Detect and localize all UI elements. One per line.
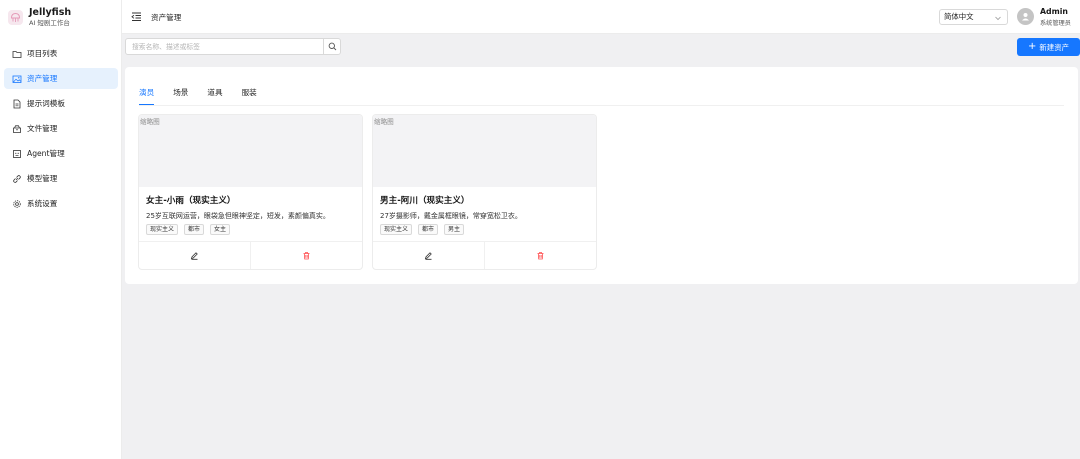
file-text-icon <box>12 99 22 109</box>
asset-card[interactable]: 缩略图 女主-小雨（现实主义） 25岁互联网运营，眼袋急但眼神坚定，短发，素颜偏… <box>138 114 363 270</box>
tag: 女主 <box>210 224 231 235</box>
search-input[interactable] <box>126 39 324 54</box>
asset-tags: 现实主义 都市 男主 <box>380 224 470 235</box>
search-icon <box>328 42 336 51</box>
sidebar-item-label: 文件管理 <box>27 124 58 133</box>
avatar[interactable] <box>1017 8 1034 25</box>
robot-icon <box>12 149 22 159</box>
card-actions <box>139 241 362 269</box>
asset-thumbnail: 缩略图 <box>139 115 362 187</box>
brand[interactable]: Jellyfish AI 短剧工作台 <box>8 7 71 28</box>
tag: 现实主义 <box>146 224 179 235</box>
tab-actors[interactable]: 演员 <box>139 87 155 105</box>
language-select[interactable]: 简体中文 <box>939 9 1008 25</box>
sidebar-item-label: Agent管理 <box>27 149 65 158</box>
card-actions <box>373 241 596 269</box>
delete-icon <box>303 252 310 260</box>
chevron-down-icon <box>994 13 1002 21</box>
tag: 都市 <box>418 224 439 235</box>
delete-icon <box>537 252 544 260</box>
thumbnail-placeholder: 缩略图 <box>374 118 394 126</box>
asset-description: 25岁互联网运营，眼袋急但眼神坚定，短发，素颜偏真实。 <box>146 212 330 220</box>
delete-button[interactable] <box>250 242 362 269</box>
brand-name: Jellyfish <box>29 7 72 18</box>
sidebar-item-models[interactable]: 模型管理 <box>4 168 118 189</box>
asset-card[interactable]: 缩略图 男主-阿川（现实主义） 27岁摄影师，戴金属框眼镜，常穿宽松卫衣。 现实… <box>372 114 597 270</box>
gear-icon <box>12 199 22 209</box>
asset-tags: 现实主义 都市 女主 <box>146 224 236 235</box>
asset-thumbnail: 缩略图 <box>373 115 596 187</box>
sidebar-item-label: 项目列表 <box>27 49 58 58</box>
asset-description: 27岁摄影师，戴金属框眼镜，常穿宽松卫衣。 <box>380 212 522 220</box>
sidebar-item-files[interactable]: 文件管理 <box>4 118 118 139</box>
archive-icon <box>12 124 22 134</box>
edit-button[interactable] <box>373 242 484 269</box>
sidebar-item-prompt-templates[interactable]: 提示词模板 <box>4 93 118 114</box>
sidebar-item-agents[interactable]: Agent管理 <box>4 143 118 164</box>
folder-icon <box>12 49 22 59</box>
language-value: 简体中文 <box>944 12 974 21</box>
brand-subtitle: AI 短剧工作台 <box>29 19 70 27</box>
thumbnail-placeholder: 缩略图 <box>140 118 160 126</box>
asset-title: 女主-小雨（现实主义） <box>146 196 236 206</box>
delete-button[interactable] <box>484 242 596 269</box>
jellyfish-logo-icon <box>8 10 23 25</box>
sidebar-item-label: 提示词模板 <box>27 99 65 108</box>
tab-divider <box>139 105 1064 106</box>
sidebar-item-label: 模型管理 <box>27 174 58 183</box>
sidebar-item-assets[interactable]: 资产管理 <box>4 68 118 89</box>
menu-fold-icon[interactable] <box>131 11 142 22</box>
tag: 现实主义 <box>380 224 413 235</box>
sidebar: Jellyfish AI 短剧工作台 项目列表 资产管理 提示词模板 文件管理 … <box>0 0 122 459</box>
sidebar-item-projects[interactable]: 项目列表 <box>4 43 118 64</box>
search-button[interactable] <box>323 39 340 54</box>
plus-icon: + <box>1028 41 1037 52</box>
new-asset-label: 新建资产 <box>1039 42 1069 52</box>
sidebar-item-label: 系统设置 <box>27 199 58 208</box>
user-name[interactable]: Admin <box>1040 7 1068 16</box>
edit-icon <box>190 252 198 260</box>
user-icon <box>1022 13 1029 21</box>
sidebar-menu: 项目列表 资产管理 提示词模板 文件管理 Agent管理 模型管理 系统设置 <box>4 43 118 218</box>
asset-panel: 演员 场景 道具 服装 缩略图 女主-小雨（现实主义） 25岁互联网运营，眼袋急… <box>125 67 1078 284</box>
tab-costumes[interactable]: 服装 <box>242 87 257 101</box>
image-icon <box>12 74 22 84</box>
sidebar-item-label: 资产管理 <box>27 74 58 83</box>
edit-icon <box>424 252 432 260</box>
tab-props[interactable]: 道具 <box>207 87 222 101</box>
sidebar-item-settings[interactable]: 系统设置 <box>4 193 118 214</box>
asset-title: 男主-阿川（现实主义） <box>380 196 470 206</box>
tab-scenes[interactable]: 场景 <box>173 87 188 101</box>
asset-tabs: 演员 场景 道具 服装 <box>139 87 276 105</box>
page-title: 资产管理 <box>151 13 182 22</box>
tag: 都市 <box>184 224 205 235</box>
edit-button[interactable] <box>139 242 250 269</box>
search-box <box>125 38 341 55</box>
link-icon <box>12 174 22 184</box>
user-role: 系统管理员 <box>1040 20 1071 27</box>
top-header: 资产管理 简体中文 Admin 系统管理员 <box>122 0 1080 34</box>
new-asset-button[interactable]: + 新建资产 <box>1017 38 1080 56</box>
tag: 男主 <box>444 224 465 235</box>
